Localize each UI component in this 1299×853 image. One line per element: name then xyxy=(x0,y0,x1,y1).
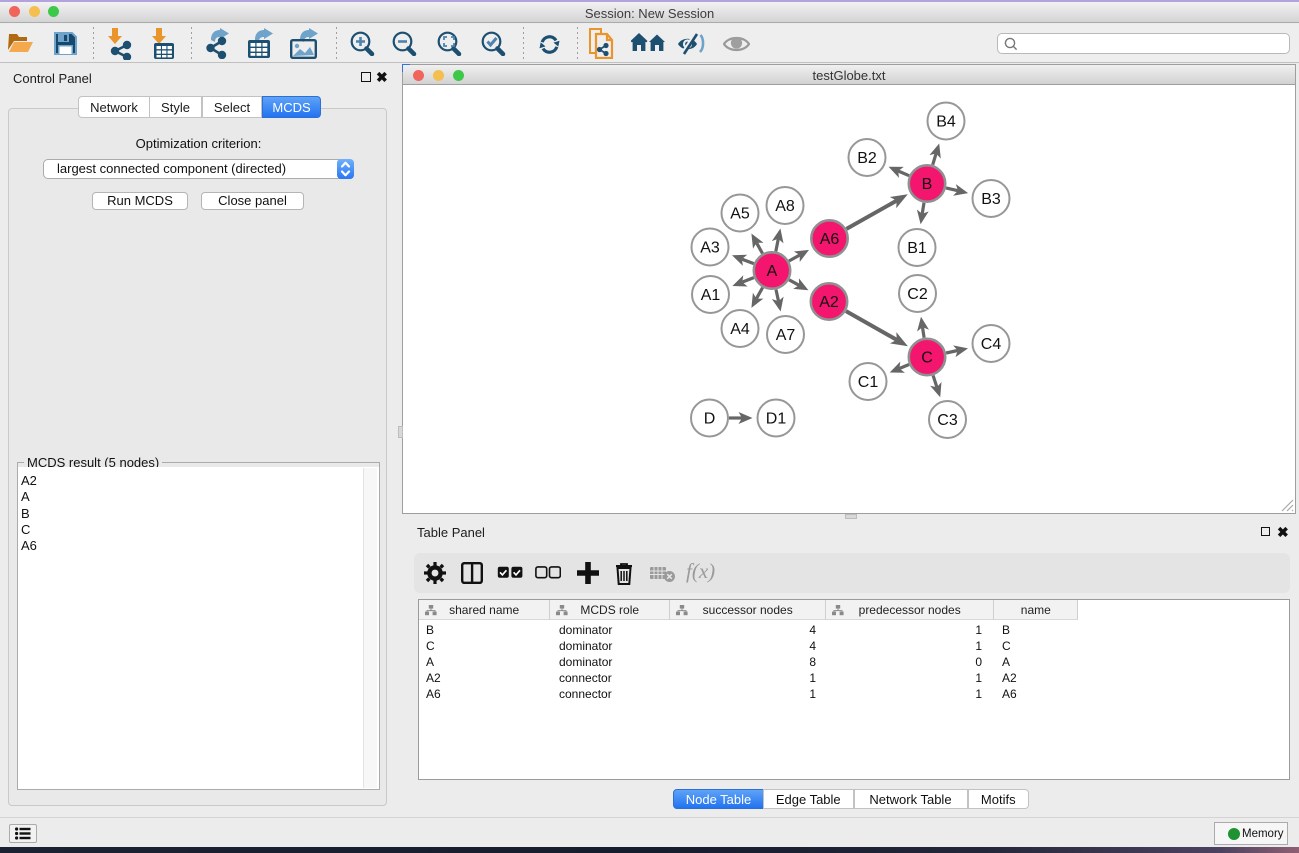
svg-text:C4: C4 xyxy=(981,336,1002,353)
svg-text:B: B xyxy=(922,176,933,193)
svg-text:A2: A2 xyxy=(819,294,839,311)
svg-text:A7: A7 xyxy=(776,327,796,344)
svg-text:A3: A3 xyxy=(700,240,720,257)
svg-text:B1: B1 xyxy=(907,240,927,257)
svg-text:A4: A4 xyxy=(730,321,750,338)
svg-text:B3: B3 xyxy=(981,191,1001,208)
svg-text:C3: C3 xyxy=(937,412,958,429)
svg-text:B4: B4 xyxy=(936,114,956,131)
svg-text:A5: A5 xyxy=(730,206,750,223)
svg-text:D1: D1 xyxy=(766,411,787,428)
svg-text:C2: C2 xyxy=(907,286,928,303)
svg-text:C: C xyxy=(921,350,933,367)
svg-text:C1: C1 xyxy=(858,374,879,391)
svg-text:D: D xyxy=(704,411,716,428)
svg-text:A8: A8 xyxy=(775,198,795,215)
svg-text:B2: B2 xyxy=(857,150,877,167)
svg-text:A1: A1 xyxy=(701,287,721,304)
svg-text:A6: A6 xyxy=(820,231,840,248)
svg-text:A: A xyxy=(767,263,778,280)
